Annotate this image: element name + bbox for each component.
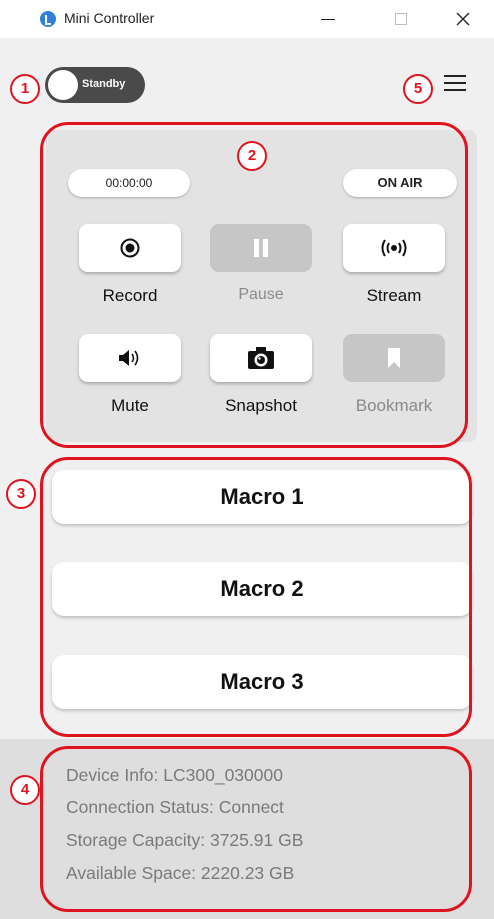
callout-number: 2 xyxy=(237,141,267,171)
minimize-button[interactable] xyxy=(311,5,345,33)
maximize-button[interactable] xyxy=(384,5,418,33)
callout-number: 3 xyxy=(6,479,36,509)
app-logo-icon xyxy=(40,11,56,27)
toggle-knob xyxy=(48,70,78,100)
callout-box-2 xyxy=(40,122,468,448)
standby-toggle[interactable]: Standby xyxy=(45,67,145,103)
callout-number: 5 xyxy=(403,74,433,104)
close-button[interactable] xyxy=(446,5,480,33)
close-icon xyxy=(456,12,470,26)
callout-box-3 xyxy=(40,457,472,737)
minimize-icon xyxy=(321,18,335,20)
maximize-icon xyxy=(395,13,407,25)
callout-number: 4 xyxy=(10,775,40,805)
title-bar: Mini Controller xyxy=(0,0,494,38)
callout-number: 1 xyxy=(10,74,40,104)
callout-box-4 xyxy=(40,746,472,912)
window-title: Mini Controller xyxy=(64,10,155,26)
toggle-label: Standby xyxy=(82,78,126,90)
hamburger-menu-icon[interactable] xyxy=(444,75,466,93)
